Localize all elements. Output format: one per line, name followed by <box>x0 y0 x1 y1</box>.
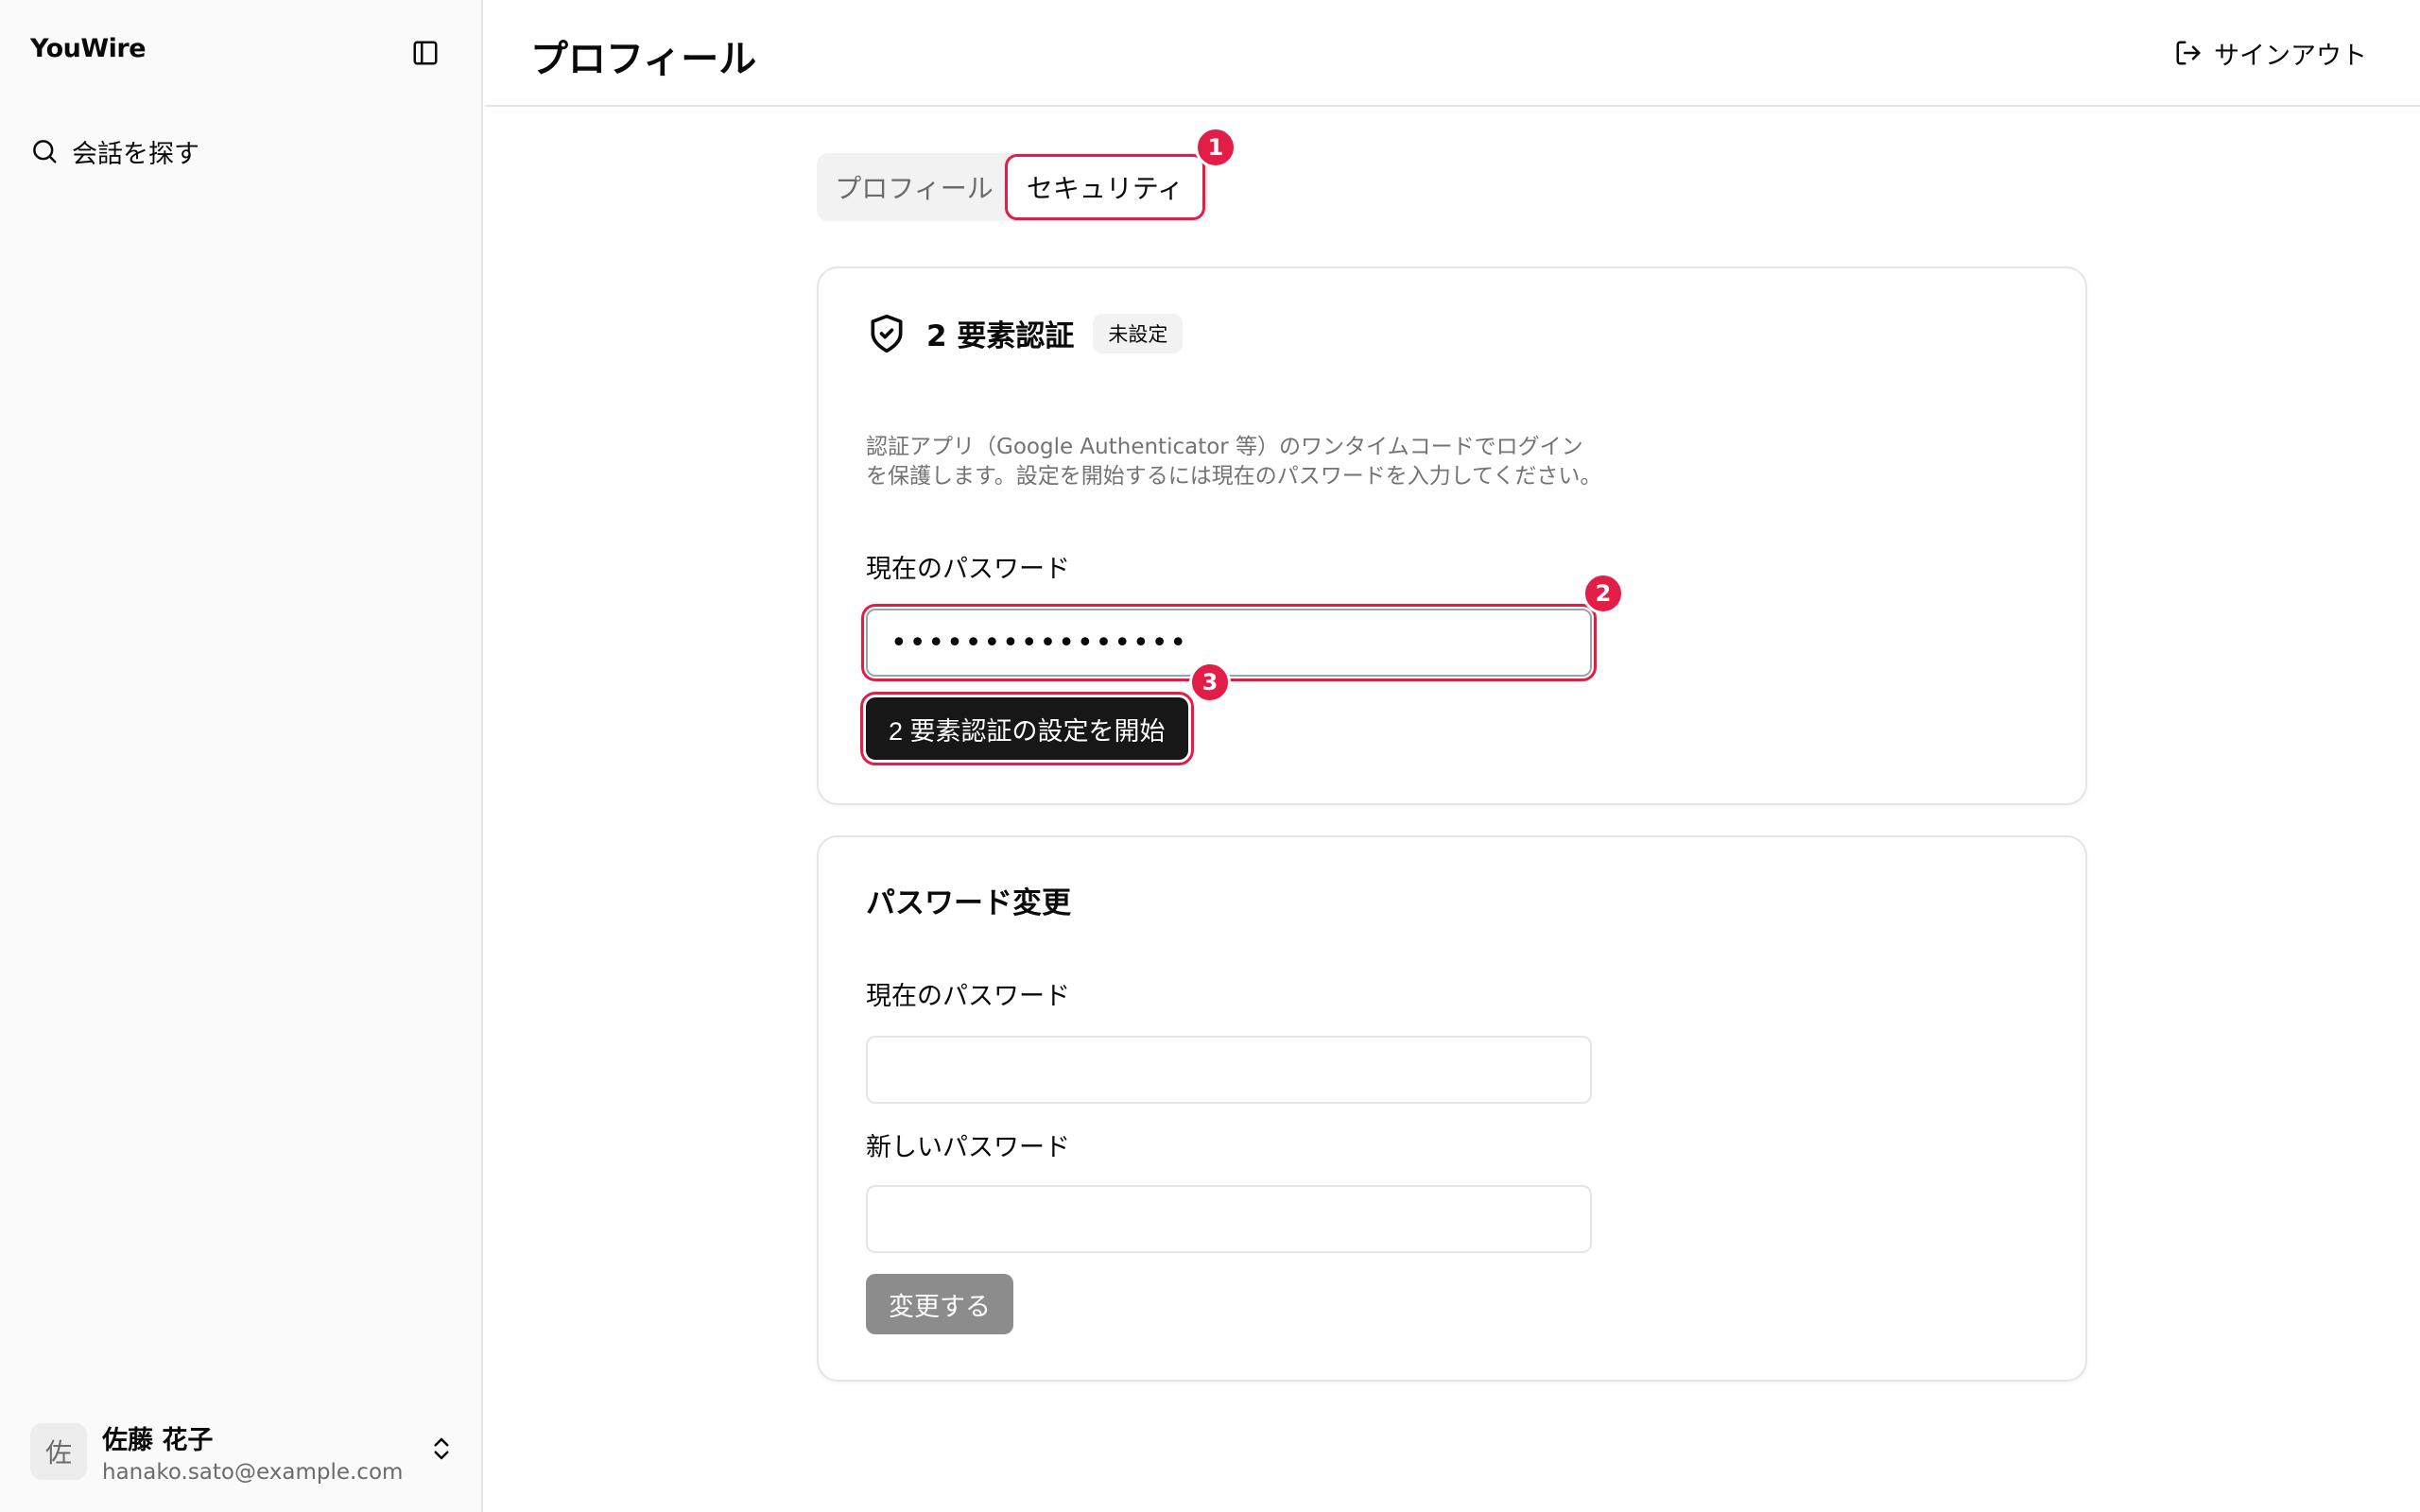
current-password-label: 現在のパスワード <box>866 555 1070 584</box>
two-factor-header: 2 要素認証 未設定 <box>866 312 1184 354</box>
page-header: プロフィール サインアウト <box>485 0 2420 107</box>
chevrons-up-down-icon <box>434 1437 449 1460</box>
password-change-card: パスワード変更 現在のパスワード 新しいパスワード 変更する <box>817 835 2087 1382</box>
tab-profile[interactable]: プロフィール <box>821 157 1008 217</box>
app: YouWire 会話を探す 佐 佐藤 花子 hanako.sato@exampl… <box>0 0 2420 1512</box>
brand-logo[interactable]: YouWire <box>30 34 147 63</box>
sidebar-item-explore-conversations[interactable]: 会話を探す <box>19 129 463 174</box>
tab-list: プロフィール セキュリティ <box>817 153 1208 221</box>
new-password-label: 新しいパスワード <box>866 1133 1070 1162</box>
search-icon <box>33 140 57 163</box>
sidebar-item-label: 会話を探す <box>72 139 199 169</box>
log-out-icon <box>2176 41 2201 65</box>
shield-check-icon <box>871 314 903 352</box>
signout-label: サインアウト <box>2214 41 2367 71</box>
current-password-input[interactable] <box>866 1036 1592 1104</box>
two-factor-title: 2 要素認証 <box>926 319 1075 353</box>
tab-security[interactable]: セキュリティ <box>1005 154 1205 220</box>
avatar: 佐 <box>30 1423 87 1480</box>
sidebar: YouWire 会話を探す 佐 佐藤 花子 hanako.sato@exampl… <box>0 0 483 1512</box>
annotation-marker-2: 2 <box>1582 573 1624 614</box>
sidebar-panel-icon <box>413 41 438 65</box>
password-change-title: パスワード変更 <box>866 886 1071 920</box>
status-badge: 未設定 <box>1093 313 1184 353</box>
sidebar-toggle-button[interactable] <box>408 36 442 70</box>
user-email: hanako.sato@example.com <box>102 1459 404 1485</box>
change-password-button[interactable]: 変更する <box>866 1274 1013 1334</box>
start-two-factor-button[interactable]: 2 要素認証の設定を開始 <box>860 692 1194 765</box>
user-menu-button[interactable]: 佐 佐藤 花子 hanako.sato@example.com <box>19 1412 463 1491</box>
page-title: プロフィール <box>530 38 757 81</box>
two-factor-card: 2 要素認証 未設定 認証アプリ（Google Authenticator 等）… <box>817 266 2087 805</box>
two-factor-description: 認証アプリ（Google Authenticator 等）のワンタイムコードでロ… <box>866 435 1602 489</box>
user-name: 佐藤 花子 <box>102 1425 214 1455</box>
annotation-marker-3: 3 <box>1189 662 1231 703</box>
annotation-marker-1: 1 <box>1195 127 1236 168</box>
new-password-input[interactable] <box>866 1185 1592 1253</box>
signout-button[interactable]: サインアウト <box>2174 32 2367 74</box>
user-info: 佐藤 花子 hanako.sato@example.com <box>102 1419 403 1485</box>
current-password-label: 現在のパスワード <box>866 982 1070 1011</box>
two-factor-password-input[interactable] <box>861 604 1597 681</box>
